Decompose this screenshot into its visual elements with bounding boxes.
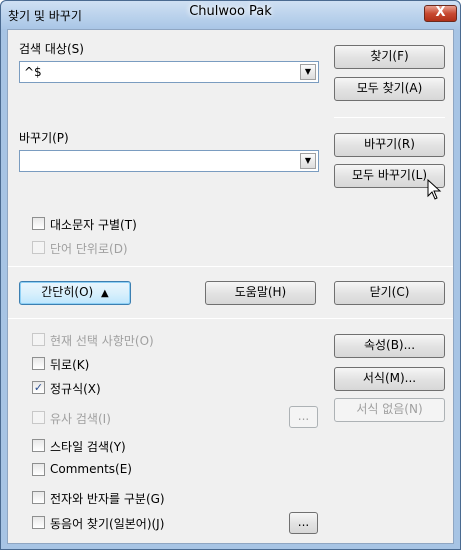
- width-match-checkbox[interactable]: [32, 491, 45, 504]
- mouse-cursor-icon: [427, 179, 442, 200]
- comments-checkbox[interactable]: [32, 463, 45, 476]
- replace-combo[interactable]: ▼: [19, 150, 319, 172]
- search-label: 검색 대상(S): [19, 42, 84, 56]
- regex-checkbox[interactable]: ✓: [32, 381, 45, 394]
- format-button[interactable]: 서식(M)...: [334, 367, 445, 391]
- divider: [8, 266, 453, 267]
- fewer-options-label: 간단히(O): [41, 285, 94, 299]
- sounds-like-checkbox[interactable]: [32, 516, 45, 529]
- styles-label: 스타일 검색(Y): [50, 440, 126, 454]
- sounds-like-settings-button[interactable]: ...: [289, 512, 318, 534]
- dialog-body: 검색 대상(S) ^$ ▼ 찾기(F) 모두 찾기(A) 바꾸기(P) ▼ 바꾸…: [7, 29, 454, 544]
- current-selection-label: 현재 선택 사항만(O): [50, 334, 154, 348]
- match-case-checkbox[interactable]: [32, 217, 45, 230]
- close-icon[interactable]: X: [424, 5, 457, 22]
- search-combo[interactable]: ^$ ▼: [19, 61, 319, 83]
- current-selection-checkbox[interactable]: [32, 333, 45, 346]
- no-format-button[interactable]: 서식 없음(N): [334, 398, 445, 422]
- similarity-settings-button[interactable]: ...: [289, 406, 318, 428]
- styles-checkbox[interactable]: [32, 439, 45, 452]
- replace-button[interactable]: 바꾸기(R): [334, 133, 445, 157]
- match-case-label: 대소문자 구별(T): [50, 218, 137, 232]
- divider: [334, 117, 445, 118]
- help-button[interactable]: 도움말(H): [205, 281, 316, 305]
- chevron-down-icon[interactable]: ▼: [300, 153, 316, 169]
- title-bar[interactable]: 찾기 및 바꾸기 Chulwoo Pak X: [1, 1, 460, 29]
- similarity-checkbox[interactable]: [32, 411, 45, 424]
- replace-label: 바꾸기(P): [19, 131, 69, 145]
- find-button[interactable]: 찾기(F): [334, 45, 445, 69]
- regex-label: 정규식(X): [50, 382, 101, 396]
- whole-words-label: 단어 단위로(D): [50, 242, 128, 256]
- whole-words-checkbox[interactable]: [32, 241, 45, 254]
- divider: [8, 318, 453, 319]
- width-match-label: 전자와 반자를 구분(G): [50, 492, 165, 506]
- close-button[interactable]: 닫기(C): [334, 281, 445, 305]
- backwards-checkbox[interactable]: [32, 357, 45, 370]
- collapse-icon: ▲: [101, 288, 109, 299]
- find-replace-dialog: 찾기 및 바꾸기 Chulwoo Pak X 검색 대상(S) ^$ ▼ 찾기(…: [0, 0, 461, 550]
- similarity-label: 유사 검색(I): [50, 412, 111, 426]
- attributes-button[interactable]: 속성(B)...: [334, 334, 445, 358]
- app-title: Chulwoo Pak: [189, 4, 272, 19]
- sounds-like-label: 동음어 찾기(일본어)(J): [50, 517, 165, 531]
- backwards-label: 뒤로(K): [50, 358, 90, 372]
- fewer-options-button[interactable]: 간단히(O) ▲: [19, 281, 131, 305]
- find-all-button[interactable]: 모두 찾기(A): [334, 77, 445, 101]
- search-input[interactable]: ^$: [24, 65, 42, 79]
- chevron-down-icon[interactable]: ▼: [300, 64, 316, 80]
- comments-label: Comments(E): [50, 462, 132, 476]
